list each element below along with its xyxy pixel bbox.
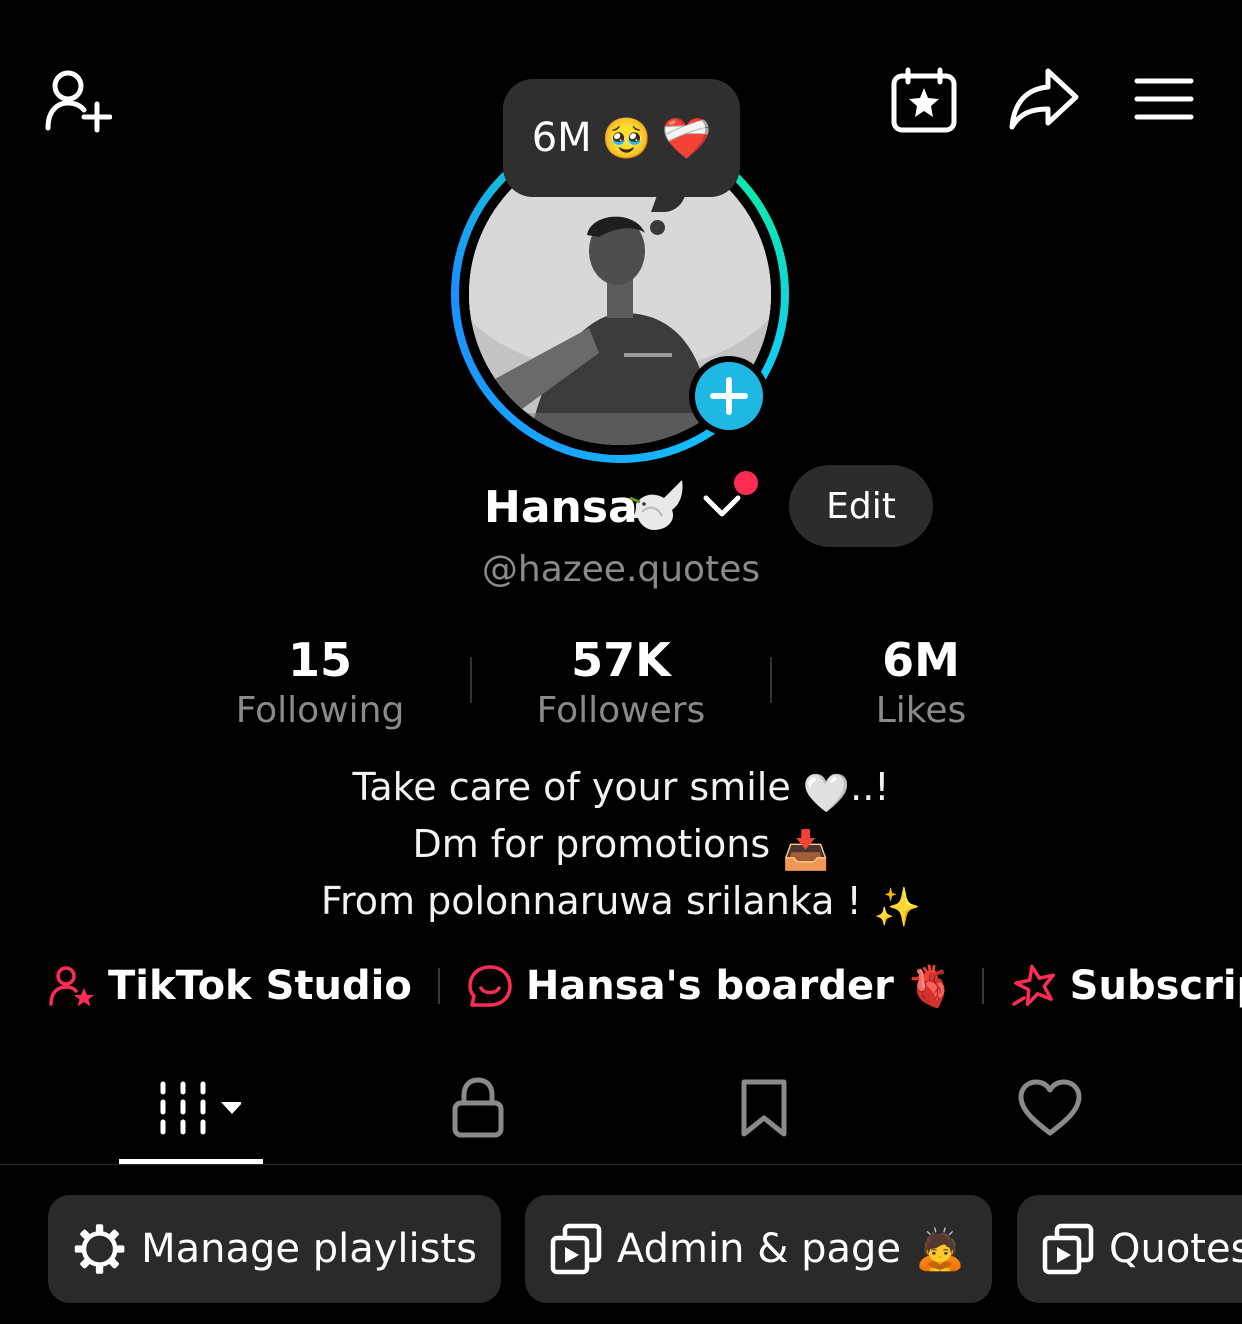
share-icon[interactable]: [1006, 62, 1082, 138]
bio-line-3: From polonnaruwa srilanka ! ✨: [320, 879, 922, 929]
link-hansas-boarder[interactable]: Hansa's boarder 🫀: [466, 962, 956, 1010]
playlist-quotes[interactable]: Quotes: [1017, 1195, 1242, 1303]
profile-links: TikTok Studio Hansa's boarder 🫀 Subscrip…: [48, 958, 1242, 1014]
chevron-down-icon[interactable]: [702, 488, 742, 528]
stat-label: Likes: [875, 690, 967, 731]
playlist-label: Admin & page: [617, 1226, 902, 1272]
stat-followers[interactable]: 57K Followers: [471, 630, 771, 732]
link-label: Hansa's boarder: [525, 963, 894, 1009]
stat-value: 57K: [571, 633, 671, 687]
star-outline-icon: [1011, 964, 1055, 1006]
playlist-icon: [550, 1223, 602, 1275]
playlist-admin-page[interactable]: Admin & page 🙇: [525, 1195, 992, 1303]
profile-name: Hansa: [484, 482, 638, 533]
playlist-label: Quotes: [1109, 1226, 1242, 1272]
dove-emoji: [628, 474, 692, 540]
menu-icon[interactable]: [1126, 62, 1202, 138]
note-emoji-2: ❤️‍🩹: [661, 115, 712, 162]
note-emoji-1: 🥹: [601, 115, 652, 162]
note-dot: [650, 220, 665, 235]
note-text: 6M: [531, 115, 592, 161]
plus-icon: [710, 377, 748, 415]
tab-videos[interactable]: [131, 1072, 251, 1144]
tab-private[interactable]: [418, 1072, 538, 1144]
stat-following[interactable]: 15 Following: [170, 630, 470, 732]
playlist-emoji: 🙇: [915, 1226, 965, 1273]
tab-favorites[interactable]: [704, 1072, 824, 1144]
link-label: TikTok Studio: [108, 963, 412, 1009]
link-divider: [437, 968, 440, 1004]
gear-icon: [74, 1224, 125, 1274]
stat-likes[interactable]: 6M Likes: [771, 630, 1071, 732]
lock-icon: [452, 1077, 504, 1138]
notification-dot: [734, 471, 758, 495]
bio-line-2: Dm for promotions 📥: [412, 822, 830, 872]
username-handle: @hazee.quotes: [481, 549, 761, 590]
profile-screen: 6M 🥹 ❤️‍🩹 Hansa Edit @hazee.quotes 15 Fo…: [0, 0, 1242, 1324]
stat-label: Following: [235, 690, 405, 731]
bio-line-1: Take care of your smile 🤍..!: [352, 765, 890, 815]
stat-label: Followers: [536, 690, 706, 731]
add-friend-icon[interactable]: [38, 62, 114, 138]
stat-value: 6M: [882, 633, 960, 687]
link-emoji: 🫀: [905, 963, 956, 1010]
link-subscription[interactable]: Subscription: [1010, 962, 1242, 1010]
bio: Take care of your smile 🤍..! Dm for prom…: [0, 762, 1242, 933]
link-tiktok-studio[interactable]: TikTok Studio: [48, 962, 412, 1010]
tab-liked[interactable]: [990, 1072, 1110, 1144]
stat-value: 15: [287, 633, 352, 687]
edit-profile-button[interactable]: Edit: [789, 465, 933, 547]
link-label: Subscription: [1069, 963, 1242, 1009]
videos-grid-icon: [160, 1081, 241, 1135]
note-bubble[interactable]: 6M 🥹 ❤️‍🩹: [503, 79, 740, 197]
playlist-icon: [1042, 1223, 1094, 1275]
link-divider: [981, 968, 984, 1004]
add-story-button[interactable]: [689, 356, 769, 436]
bookmark-icon: [741, 1079, 787, 1137]
creator-star-icon: [49, 966, 94, 1007]
tab-divider: [0, 1164, 1242, 1165]
heart-icon: [1018, 1079, 1082, 1136]
calendar-star-icon[interactable]: [886, 62, 962, 138]
playlist-label: Manage playlists: [141, 1226, 477, 1272]
chat-smile-icon: [468, 965, 512, 1007]
manage-playlists-button[interactable]: Manage playlists: [48, 1195, 501, 1303]
